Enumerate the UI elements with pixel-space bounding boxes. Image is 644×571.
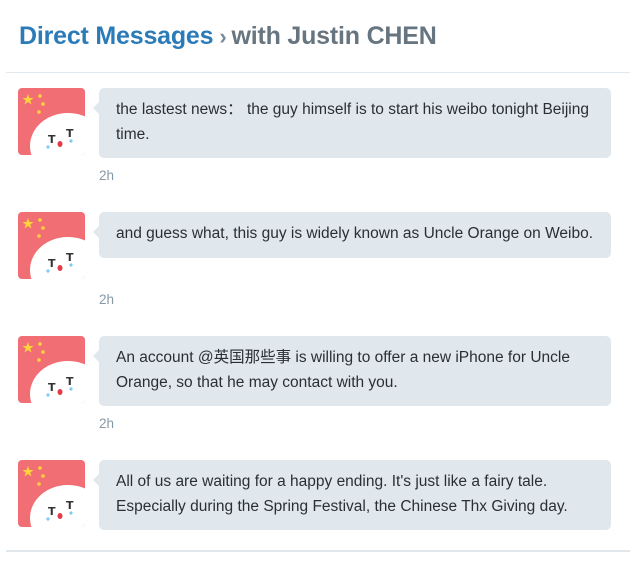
thread-bottom-divider <box>6 550 630 552</box>
conversation-title: with Justin CHEN <box>231 22 437 50</box>
svg-text:T: T <box>48 133 56 146</box>
message-item: T T and guess what, this guy is widely k… <box>0 197 644 321</box>
conversation-header: Direct Messages › with Justin CHEN <box>0 0 644 72</box>
message-timestamp[interactable]: 2h <box>99 416 114 431</box>
breadcrumb-separator: › <box>219 24 227 49</box>
avatar[interactable]: T T <box>18 88 85 155</box>
avatar[interactable]: T T <box>18 336 85 403</box>
svg-text:T: T <box>66 127 74 140</box>
page-title: Direct Messages › with Justin CHEN <box>19 22 437 51</box>
message-timestamp[interactable]: 2h <box>99 168 114 183</box>
svg-text:T: T <box>48 257 56 270</box>
svg-text:T: T <box>48 505 56 518</box>
message-bubble: An account @英国那些事 is willing to offer a … <box>93 336 611 406</box>
direct-messages-link[interactable]: Direct Messages <box>19 22 214 50</box>
avatar-face-icon: T T <box>18 460 85 527</box>
message-timestamp[interactable]: 2h <box>99 292 114 307</box>
avatar[interactable]: T T <box>18 460 85 527</box>
avatar-face-icon: T T <box>18 336 85 403</box>
message-item: T T An account @英国那些事 is willing to offe… <box>0 321 644 445</box>
avatar-face-icon: T T <box>18 88 85 155</box>
svg-text:T: T <box>66 499 74 512</box>
svg-text:T: T <box>48 381 56 394</box>
message-item: T T the lastest news： the guy himself is… <box>0 73 644 197</box>
svg-text:T: T <box>66 251 74 264</box>
svg-text:T: T <box>66 375 74 388</box>
avatar[interactable]: T T <box>18 212 85 279</box>
message-item: T T All of us are waiting for a happy en… <box>0 445 644 550</box>
message-bubble: the lastest news： the guy himself is to … <box>93 88 611 158</box>
message-bubble: All of us are waiting for a happy ending… <box>93 460 611 530</box>
avatar-face-icon: T T <box>18 212 85 279</box>
message-bubble: and guess what, this guy is widely known… <box>93 212 611 258</box>
message-thread[interactable]: T T the lastest news： the guy himself is… <box>0 73 644 550</box>
